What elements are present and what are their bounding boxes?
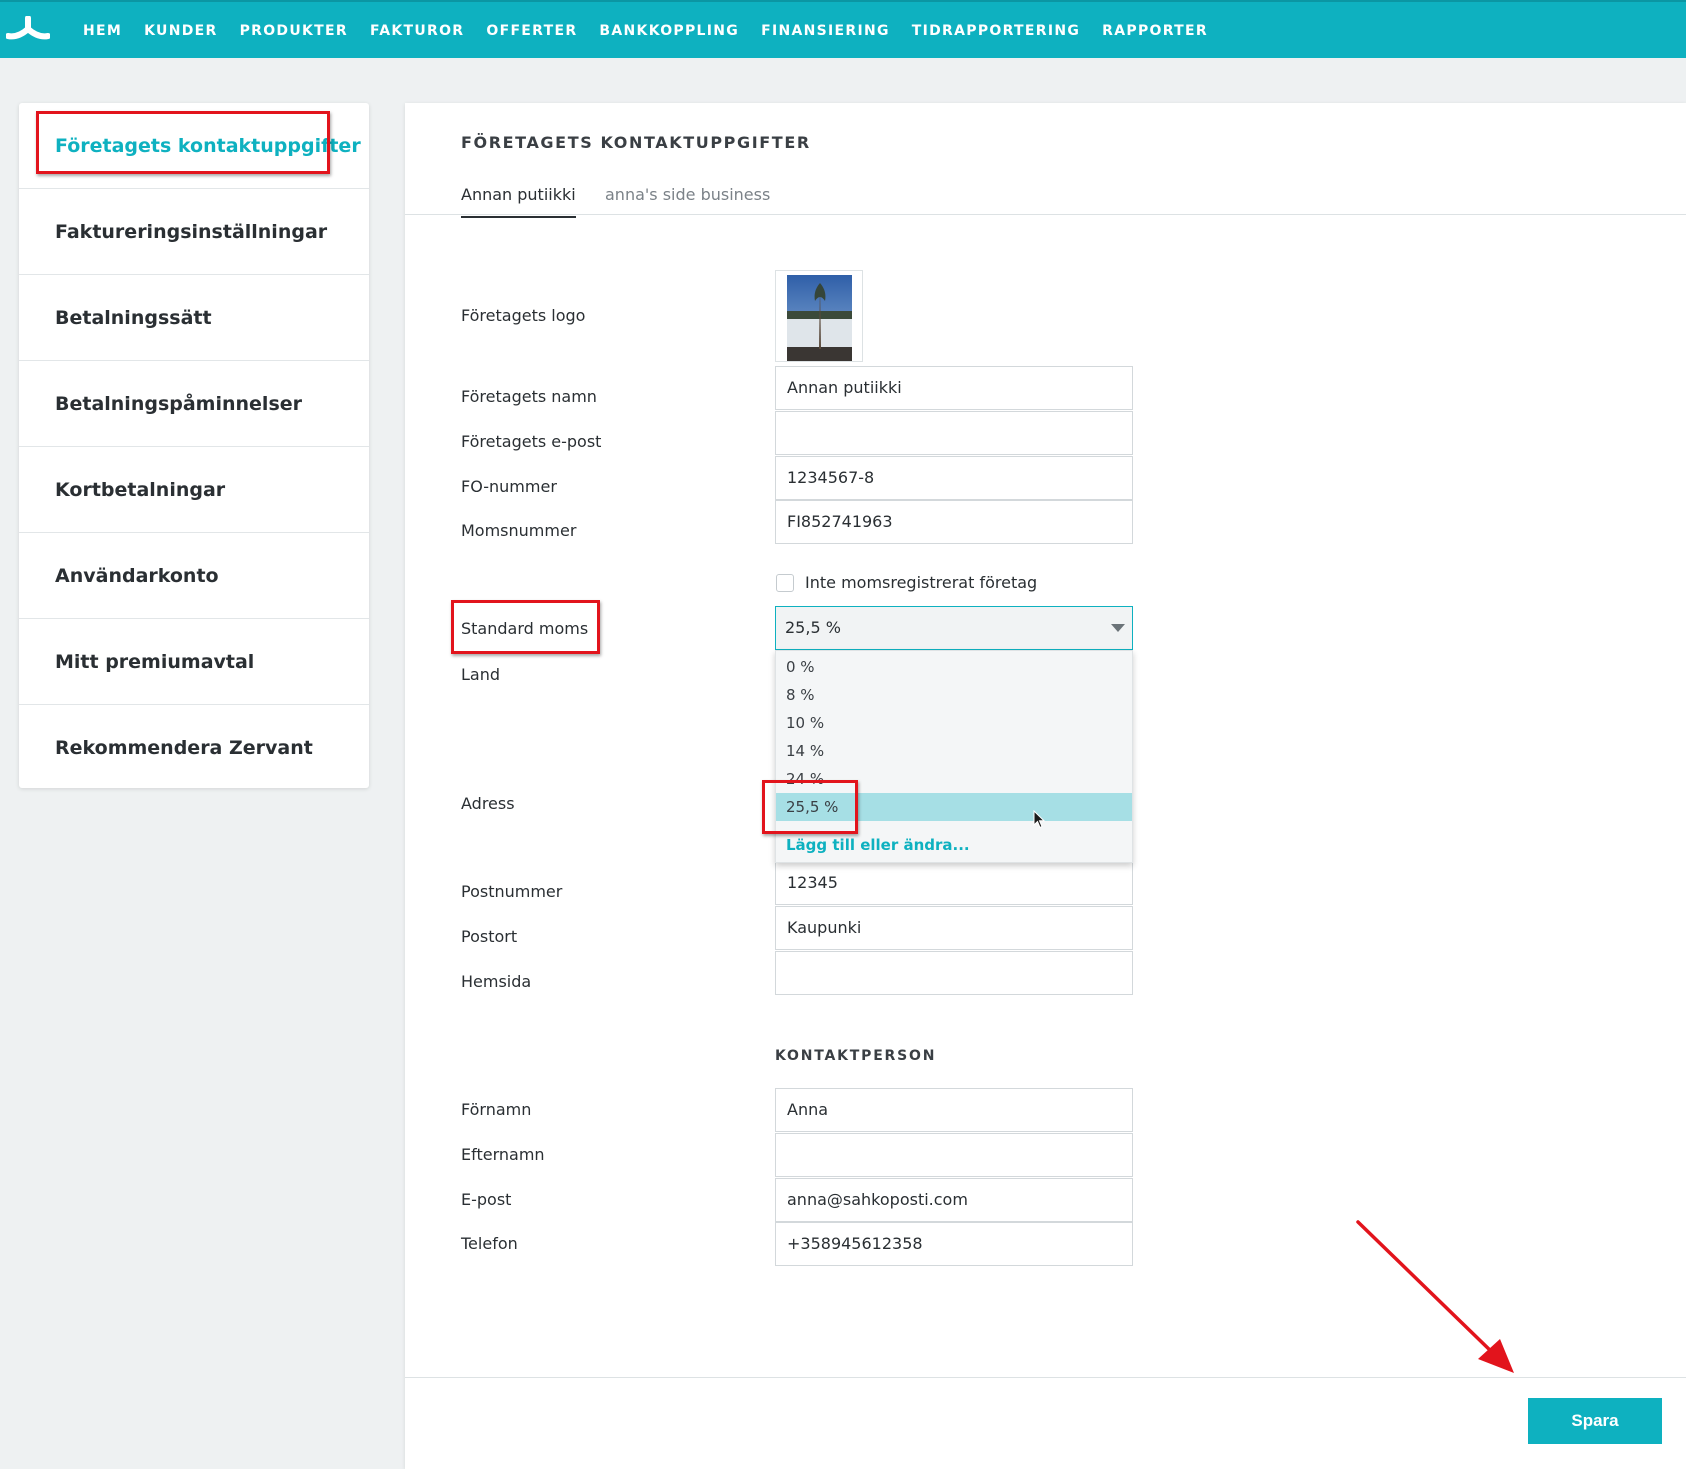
- company-name-input[interactable]: Annan putiikki: [775, 366, 1133, 410]
- phone-label: Telefon: [461, 1234, 518, 1253]
- nav-item-bankkoppling[interactable]: BANKKOPPLING: [599, 23, 739, 39]
- country-label: Land: [461, 665, 501, 684]
- sidebar-item-label: Mitt premiumavtal: [55, 651, 255, 673]
- phone-input[interactable]: +358945612358: [775, 1222, 1133, 1266]
- sidebar-item-payment-reminders[interactable]: Betalningspåminnelser: [19, 361, 369, 447]
- company-email-label: Företagets e-post: [461, 432, 602, 451]
- postal-code-label: Postnummer: [461, 882, 563, 901]
- company-logo-image: [787, 275, 852, 361]
- contact-email-input[interactable]: anna@sahkoposti.com: [775, 1178, 1133, 1222]
- sidebar-item-label: Faktureringsinställningar: [55, 221, 328, 243]
- sidebar-item-label: Betalningspåminnelser: [55, 393, 303, 415]
- top-navigation-bar: HEM KUNDER PRODUKTER FAKTUROR OFFERTER B…: [0, 0, 1686, 58]
- sidebar-item-premium-plan[interactable]: Mitt premiumavtal: [19, 619, 369, 705]
- tab-side-business[interactable]: anna's side business: [605, 185, 770, 216]
- default-vat-selected-value: 25,5 %: [785, 618, 841, 637]
- city-input[interactable]: Kaupunki: [775, 906, 1133, 950]
- company-logo-upload[interactable]: [775, 270, 863, 362]
- sidebar-item-label: Användarkonto: [55, 565, 219, 587]
- fo-number-input[interactable]: 1234567-8: [775, 456, 1133, 500]
- nav-item-fakturor[interactable]: FAKTUROR: [370, 23, 464, 39]
- website-label: Hemsida: [461, 972, 532, 991]
- last-name-input[interactable]: [775, 1133, 1133, 1177]
- company-tabs: Annan putiikki anna's side business: [405, 173, 1686, 218]
- sidebar-item-user-account[interactable]: Användarkonto: [19, 533, 369, 619]
- not-vat-registered-checkbox[interactable]: [776, 574, 794, 592]
- sidebar-item-company-contact[interactable]: Företagets kontaktuppgifter: [19, 103, 369, 189]
- sidebar-item-label: Företagets kontaktuppgifter: [55, 135, 361, 157]
- vat-option[interactable]: 0 %: [776, 653, 1132, 681]
- company-logo-label: Företagets logo: [461, 306, 586, 325]
- sidebar-item-label: Betalningssätt: [55, 307, 212, 329]
- last-name-label: Efternamn: [461, 1145, 545, 1164]
- sidebar-item-label: Rekommendera Zervant: [55, 737, 313, 759]
- default-vat-dropdown: 0 % 8 % 10 % 14 % 24 % 25,5 % Lägg till …: [775, 650, 1133, 863]
- default-vat-select[interactable]: 25,5 %: [775, 606, 1133, 650]
- vat-option[interactable]: 8 %: [776, 681, 1132, 709]
- nav-item-rapporter[interactable]: RAPPORTER: [1102, 23, 1208, 39]
- nav-item-offerter[interactable]: OFFERTER: [486, 23, 577, 39]
- first-name-label: Förnamn: [461, 1100, 532, 1119]
- fo-number-label: FO-nummer: [461, 477, 557, 496]
- vat-option[interactable]: 14 %: [776, 737, 1132, 765]
- add-or-edit-vat-link[interactable]: Lägg till eller ändra...: [776, 831, 1132, 859]
- website-input[interactable]: [775, 951, 1133, 995]
- vat-number-input[interactable]: FI852741963: [775, 500, 1133, 544]
- vat-option[interactable]: 24 %: [776, 765, 1132, 793]
- mouse-pointer-icon: [1033, 810, 1046, 829]
- nav-item-produkter[interactable]: PRODUKTER: [240, 23, 348, 39]
- city-label: Postort: [461, 927, 518, 946]
- sidebar-item-invoicing-settings[interactable]: Faktureringsinställningar: [19, 189, 369, 275]
- nav-item-hem[interactable]: HEM: [83, 23, 122, 39]
- company-name-label: Företagets namn: [461, 387, 597, 406]
- vat-option-selected[interactable]: 25,5 %: [776, 793, 1132, 821]
- zervant-logo-icon[interactable]: [6, 16, 50, 46]
- vat-number-label: Momsnummer: [461, 521, 577, 540]
- not-vat-registered-label: Inte momsregistrerat företag: [805, 573, 1038, 592]
- save-button[interactable]: Spara: [1528, 1398, 1662, 1444]
- sidebar-item-payment-methods[interactable]: Betalningssätt: [19, 275, 369, 361]
- default-vat-label: Standard moms: [461, 619, 589, 638]
- contact-person-heading: KONTAKTPERSON: [775, 1048, 937, 1064]
- company-contact-panel: FÖRETAGETS KONTAKTUPPGIFTER Annan putiik…: [405, 103, 1686, 1469]
- sidebar-item-label: Kortbetalningar: [55, 479, 226, 501]
- nav-item-kunder[interactable]: KUNDER: [144, 23, 217, 39]
- main-nav: HEM KUNDER PRODUKTER FAKTUROR OFFERTER B…: [72, 2, 1219, 60]
- vat-option[interactable]: 10 %: [776, 709, 1132, 737]
- chevron-down-icon: [1111, 624, 1125, 632]
- tab-annan-putiikki[interactable]: Annan putiikki: [461, 185, 576, 218]
- first-name-input[interactable]: Anna: [775, 1088, 1133, 1132]
- postal-code-input[interactable]: 12345: [775, 861, 1133, 905]
- settings-sidebar: Företagets kontaktuppgifter Fakturerings…: [19, 103, 369, 788]
- footer-divider: [405, 1377, 1686, 1378]
- page-title: FÖRETAGETS KONTAKTUPPGIFTER: [461, 133, 811, 152]
- sidebar-item-recommend[interactable]: Rekommendera Zervant: [19, 705, 369, 791]
- contact-email-label: E-post: [461, 1190, 512, 1209]
- nav-item-finansiering[interactable]: FINANSIERING: [761, 23, 890, 39]
- company-email-input[interactable]: [775, 411, 1133, 455]
- nav-item-tidrapportering[interactable]: TIDRAPPORTERING: [912, 23, 1080, 39]
- address-label: Adress: [461, 794, 515, 813]
- sidebar-item-card-payments[interactable]: Kortbetalningar: [19, 447, 369, 533]
